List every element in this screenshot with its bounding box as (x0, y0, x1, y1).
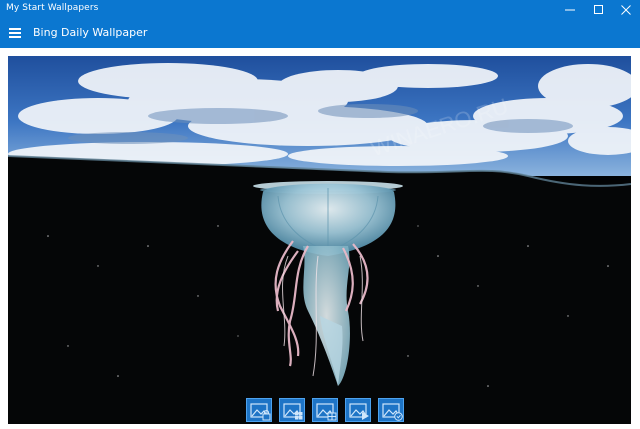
wallpaper-toolbar (246, 398, 404, 422)
image-windows-icon (283, 403, 303, 420)
close-icon (621, 4, 631, 15)
slideshow-button[interactable] (345, 398, 371, 422)
hamburger-icon[interactable] (9, 28, 21, 38)
set-start-button[interactable] (312, 398, 338, 422)
image-save-icon (382, 403, 403, 421)
close-button[interactable] (611, 0, 640, 19)
save-button[interactable] (378, 398, 404, 422)
content-area: WINAERO.RU (0, 48, 640, 429)
minimize-button[interactable] (555, 0, 585, 19)
title-bar: My Start Wallpapers (0, 0, 640, 19)
image-tiles-icon (316, 403, 337, 421)
set-desktop-button[interactable] (279, 398, 305, 422)
window-title: My Start Wallpapers (6, 3, 99, 13)
jellyfish-photo: WINAERO.RU (8, 56, 631, 424)
app-title: Bing Daily Wallpaper (33, 26, 148, 39)
set-lock-screen-button[interactable] (246, 398, 272, 422)
image-play-icon (349, 403, 369, 420)
maximize-icon (594, 4, 603, 14)
wallpaper-image: WINAERO.RU (8, 56, 631, 424)
app-bar: Bing Daily Wallpaper (0, 19, 640, 48)
maximize-button[interactable] (584, 0, 614, 19)
image-lock-icon (250, 403, 271, 421)
minimize-icon (565, 9, 575, 10)
